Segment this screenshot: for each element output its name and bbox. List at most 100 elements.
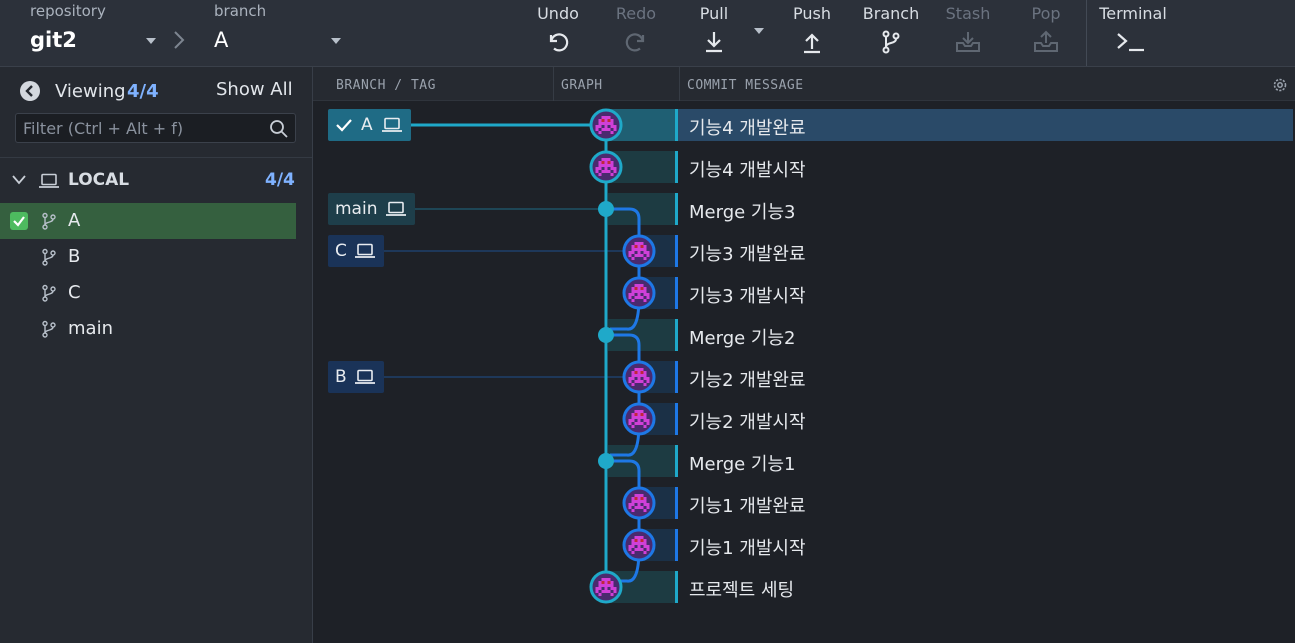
ref-label-c[interactable]: C — [328, 235, 384, 267]
avatar-pixel — [631, 245, 635, 248]
commit-row[interactable]: 기능4 개발시작 — [675, 151, 1293, 183]
avatar-pixel — [640, 539, 644, 542]
branch-lane-line — [606, 459, 641, 583]
ref-label-b[interactable]: B — [328, 361, 384, 393]
avatar-pixel — [598, 122, 602, 125]
avatar-pixel — [643, 413, 647, 416]
ref-label-a[interactable]: A — [328, 109, 411, 141]
commit-row[interactable]: 기능3 개발완료 — [675, 235, 1293, 267]
commit-row[interactable]: 기능2 개발완료 — [675, 361, 1293, 393]
avatar-pixel — [610, 584, 614, 587]
avatar-pixel — [601, 122, 605, 125]
avatar-pixel — [601, 581, 605, 584]
checked-checkbox-icon[interactable] — [10, 212, 28, 230]
avatar-pixel — [604, 584, 608, 587]
avatar-pixel — [631, 551, 635, 554]
commit-lane-marker — [675, 487, 678, 519]
avatar-pixel — [628, 422, 632, 425]
avatar-pixel — [631, 293, 635, 296]
back-arrow-icon[interactable] — [20, 81, 40, 101]
repository-selector[interactable]: git2 — [30, 28, 77, 52]
commit-row[interactable]: 기능1 개발완료 — [675, 487, 1293, 519]
avatar-pixel — [631, 416, 635, 419]
commit-message: Merge 기능3 — [689, 202, 796, 223]
commit-lane-marker — [675, 277, 678, 309]
avatar-pixel — [640, 368, 644, 371]
avatar-pixel — [643, 290, 647, 293]
commit-graph-panel: BRANCH / TAG GRAPH COMMIT MESSAGE A main… — [313, 67, 1295, 643]
breadcrumb-chevron-icon — [174, 31, 185, 49]
commit-message: 기능3 개발완료 — [689, 244, 806, 265]
search-icon[interactable] — [269, 119, 289, 139]
avatar-pixel — [628, 293, 632, 296]
repository-dropdown-icon[interactable] — [146, 38, 156, 44]
sidebar-branch-main[interactable]: main — [0, 311, 296, 347]
avatar-pixel — [601, 161, 605, 164]
avatar-pixel — [643, 503, 647, 506]
local-branch-count: 4/4 — [265, 170, 295, 190]
avatar-pixel — [604, 167, 608, 170]
commit-row[interactable]: 기능2 개발시작 — [675, 403, 1293, 435]
avatar-pixel — [607, 170, 611, 173]
show-all-button[interactable]: Show All — [216, 79, 293, 100]
local-section-header[interactable]: LOCAL 4/4 — [0, 167, 312, 195]
avatar-pixel — [637, 284, 641, 287]
pull-options-dropdown-icon[interactable] — [754, 28, 764, 34]
avatar-pixel — [634, 374, 638, 377]
avatar-pixel — [631, 377, 635, 380]
avatar-pixel — [613, 590, 617, 593]
viewing-label: Viewing — [55, 81, 126, 102]
commit-lane-marker — [675, 445, 678, 477]
repository-label: repository — [30, 2, 106, 20]
commit-row[interactable]: 기능4 개발완료 — [675, 109, 1293, 141]
left-sidebar: Viewing 4/4 Show All LOCAL 4/4 — [0, 67, 313, 643]
avatar-pixel — [646, 548, 650, 551]
pull-button[interactable]: Pull — [684, 0, 744, 66]
avatar-pixel — [637, 422, 641, 425]
branch-button[interactable]: Branch — [858, 0, 924, 66]
checkmark-icon — [336, 119, 352, 132]
git-client-window: repository git2 branch A Undo Redo Pull — [0, 0, 1295, 643]
avatar-pixel — [634, 380, 638, 383]
redo-button[interactable]: Redo — [606, 0, 666, 66]
avatar-pixel — [631, 545, 635, 548]
avatar-pixel — [598, 131, 602, 134]
commit-row[interactable]: 기능3 개발시작 — [675, 277, 1293, 309]
avatar-pixel — [601, 578, 605, 581]
avatar-pixel — [637, 506, 641, 509]
commit-row[interactable]: Merge 기능1 — [675, 445, 1293, 477]
branch-lane-line — [606, 207, 641, 331]
commit-row[interactable]: 기능1 개발시작 — [675, 529, 1293, 561]
avatar-pixel — [598, 584, 602, 587]
branch-dropdown-icon[interactable] — [331, 38, 341, 44]
pop-button[interactable]: Pop — [1016, 0, 1076, 66]
commit-message: 기능1 개발완료 — [689, 496, 806, 517]
push-button[interactable]: Push — [782, 0, 842, 66]
branch-selector[interactable]: A — [214, 28, 228, 52]
stash-label: Stash — [945, 4, 991, 23]
branch-icon — [42, 212, 56, 230]
commit-lane-marker — [675, 571, 678, 603]
terminal-button[interactable]: Terminal — [1096, 0, 1170, 66]
sidebar-branch-c[interactable]: C — [0, 275, 296, 311]
commit-message: Merge 기능1 — [689, 454, 796, 475]
avatar-pixel — [646, 422, 650, 425]
chevron-down-icon[interactable] — [12, 175, 26, 185]
ref-label-text: A — [361, 115, 373, 135]
avatar-pixel — [643, 509, 647, 512]
sidebar-branch-a[interactable]: A — [0, 203, 296, 239]
undo-button[interactable]: Undo — [528, 0, 588, 66]
avatar-pixel — [643, 371, 647, 374]
commit-row[interactable]: Merge 기능3 — [675, 193, 1293, 225]
avatar-pixel — [643, 542, 647, 545]
avatar-pixel — [643, 248, 647, 251]
ref-label-main[interactable]: main — [328, 193, 415, 225]
commit-row[interactable]: 프로젝트 세팅 — [675, 571, 1293, 603]
stash-button[interactable]: Stash — [938, 0, 998, 66]
avatar-pixel — [637, 545, 641, 548]
commit-row[interactable]: Merge 기능2 — [675, 319, 1293, 351]
commit-message: 기능2 개발완료 — [689, 370, 806, 391]
filter-input[interactable] — [23, 117, 263, 139]
sidebar-branch-b[interactable]: B — [0, 239, 296, 275]
avatar-pixel — [634, 497, 638, 500]
